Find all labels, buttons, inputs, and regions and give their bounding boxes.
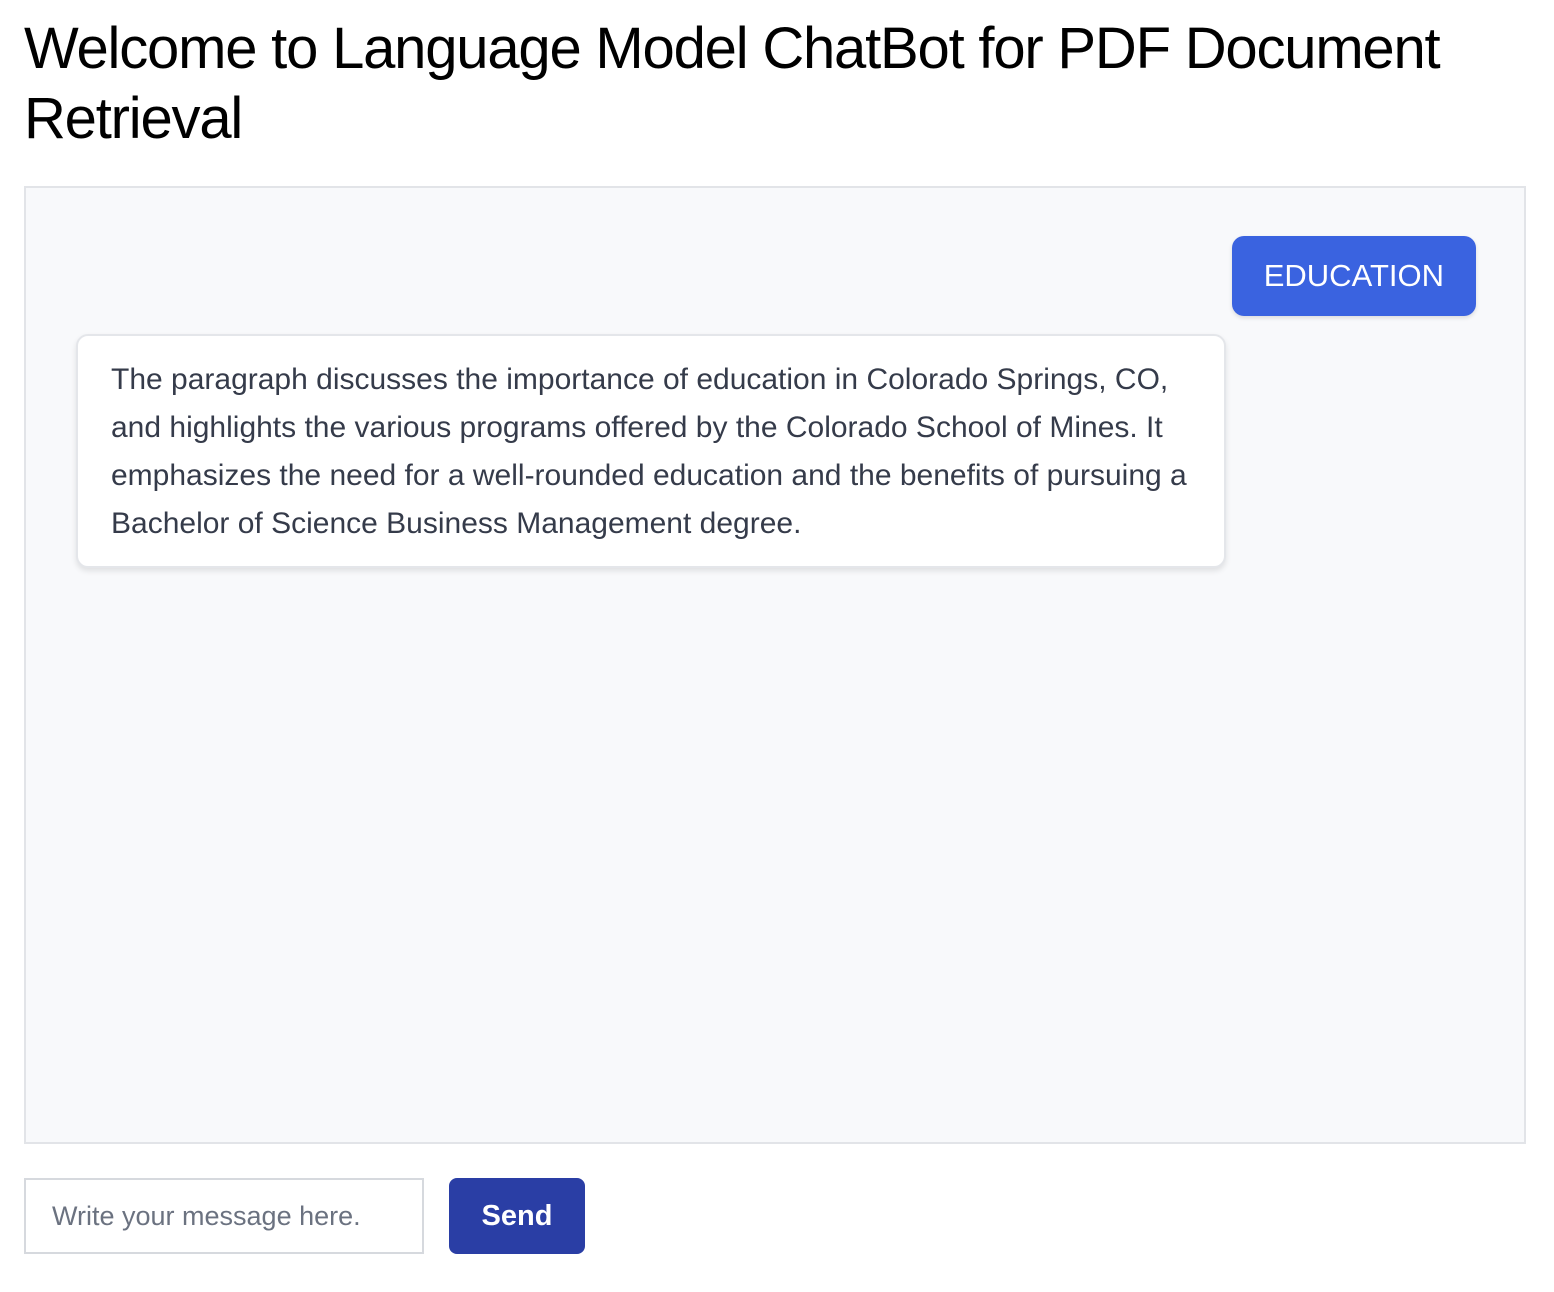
message-composer: Send <box>24 1178 585 1254</box>
page-title: Welcome to Language Model ChatBot for PD… <box>24 16 1441 151</box>
chat-panel[interactable]: EDUCATION The paragraph discusses the im… <box>24 186 1526 1144</box>
user-message-bubble: EDUCATION <box>1231 236 1476 316</box>
send-button[interactable]: Send <box>449 1178 585 1254</box>
bot-message-bubble: The paragraph discusses the importance o… <box>76 334 1226 568</box>
message-input[interactable] <box>24 1178 424 1254</box>
